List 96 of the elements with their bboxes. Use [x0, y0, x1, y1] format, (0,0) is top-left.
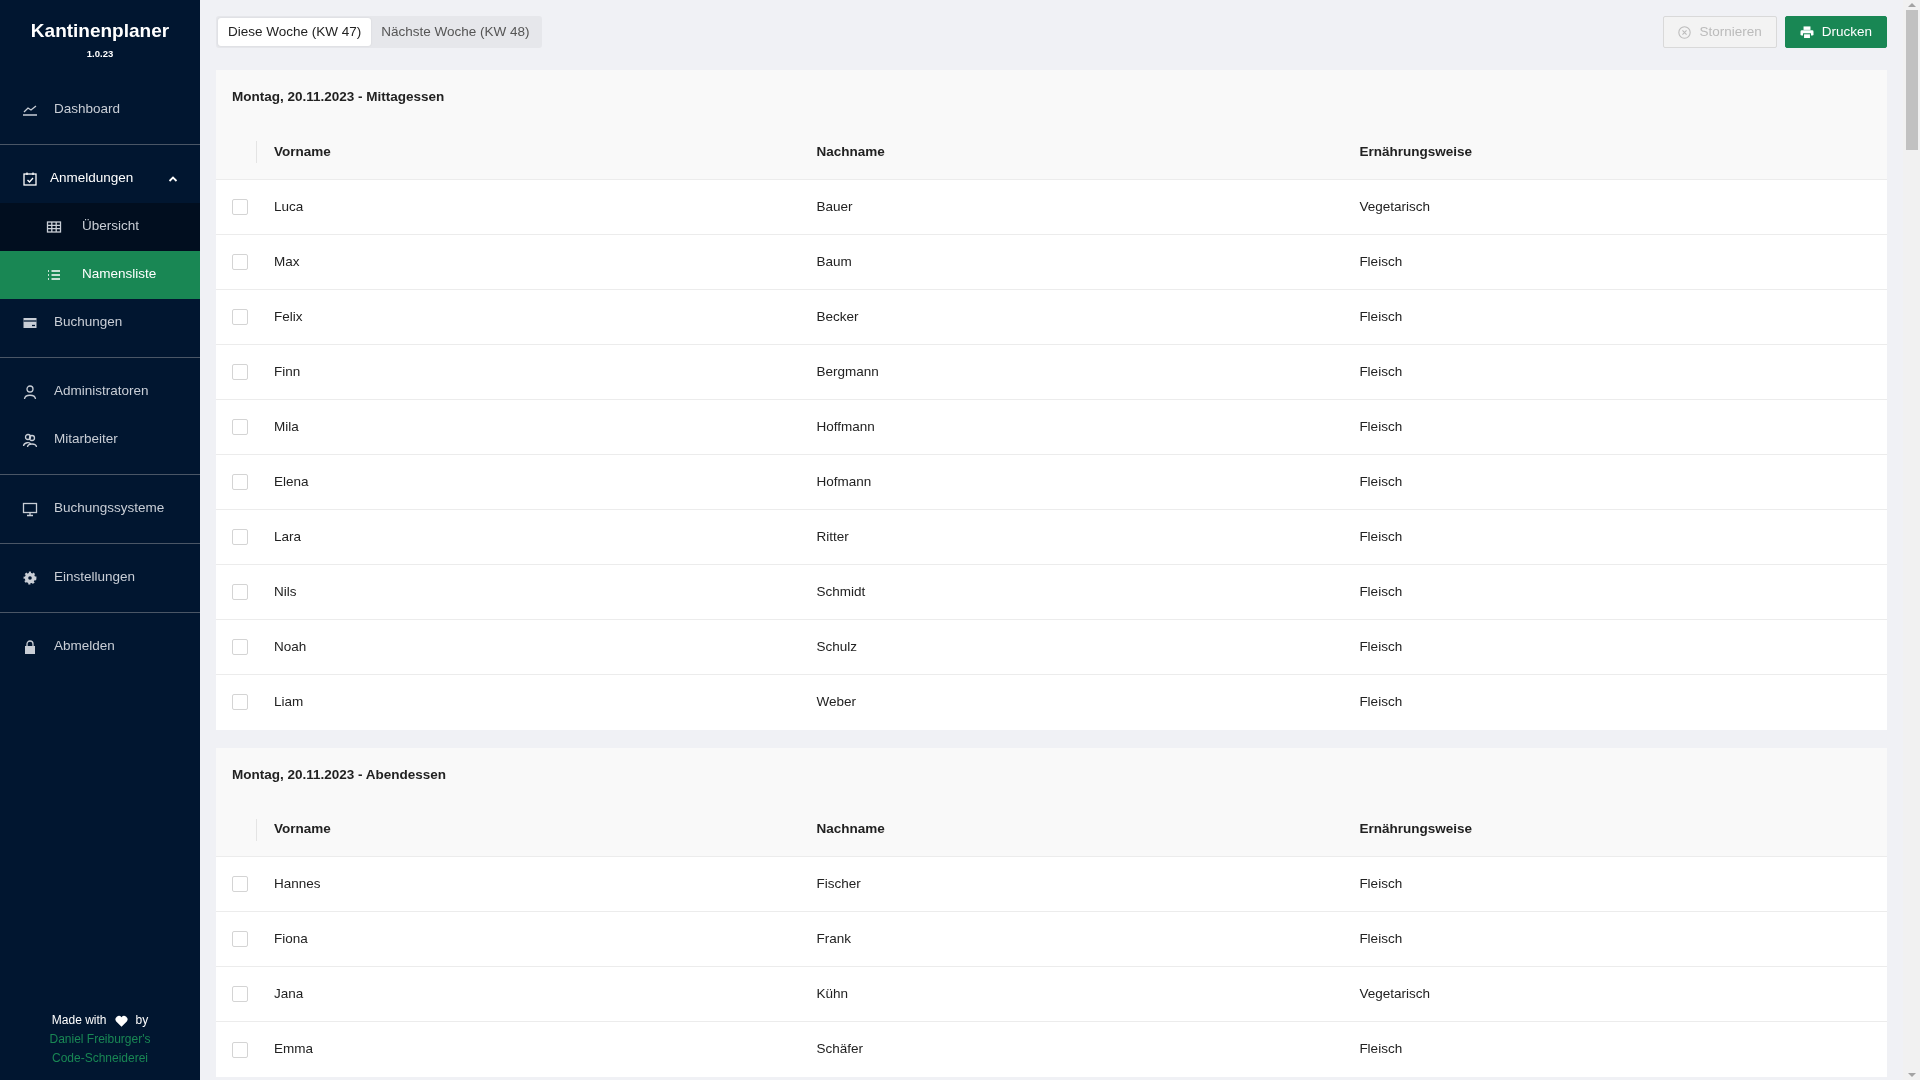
column-header: Ernährungsweise	[1343, 802, 1887, 857]
table-cell: Hoffmann	[800, 399, 1344, 455]
table-cell: Felix	[258, 289, 801, 345]
table-cell: Fischer	[800, 856, 1344, 912]
table-cell: Hannes	[258, 856, 801, 912]
sidebar-item[interactable]: Dashboard	[0, 85, 200, 134]
person-icon	[22, 383, 38, 400]
table-cell: Bergmann	[800, 344, 1344, 400]
table-cell: Fleisch	[1343, 619, 1887, 675]
table-cell: Mila	[258, 399, 801, 455]
monitor-icon	[22, 500, 38, 517]
table-cell: Fleisch	[1343, 289, 1887, 345]
column-header: Vorname	[258, 125, 801, 180]
table-cell: Schmidt	[800, 564, 1344, 620]
row-checkbox[interactable]	[232, 931, 248, 948]
row-checkbox[interactable]	[232, 876, 248, 893]
table-cell: Fleisch	[1343, 911, 1887, 967]
lock-icon	[22, 638, 38, 655]
close-circle-icon	[1678, 25, 1692, 39]
table-cell: Vegetarisch	[1343, 179, 1887, 235]
sidebar-item[interactable]: Administratoren	[0, 367, 200, 416]
column-header: Vorname	[258, 802, 801, 857]
printer-icon	[1799, 25, 1814, 39]
footer-text: Made with	[51, 1012, 107, 1029]
table-cell: Kühn	[800, 966, 1344, 1022]
section-title: Montag, 20.11.2023 - Mittagessen	[231, 88, 446, 107]
people-icon	[22, 431, 38, 448]
row-checkbox[interactable]	[232, 254, 248, 270]
app-title: Kantinenplaner	[30, 20, 170, 43]
row-checkbox[interactable]	[232, 584, 248, 600]
table-cell: Weber	[800, 674, 1344, 730]
sidebar-item[interactable]: Mitarbeiter	[0, 415, 200, 464]
table-cell: Frank	[800, 911, 1344, 967]
table-cell: Luca	[258, 179, 801, 235]
row-checkbox[interactable]	[232, 1041, 248, 1058]
table-cell: Fleisch	[1343, 454, 1887, 510]
table-cell: Ritter	[800, 509, 1344, 565]
table-cell: Schäfer	[800, 1021, 1344, 1077]
table-cell: Baum	[800, 234, 1344, 290]
table-cell: Emma	[258, 1021, 801, 1077]
column-header: Nachname	[800, 802, 1344, 857]
table-cell: Nils	[258, 564, 801, 620]
row-checkbox[interactable]	[232, 199, 248, 215]
table-cell: Fiona	[258, 911, 801, 967]
heart-icon	[114, 1014, 128, 1027]
table-cell: Hofmann	[800, 454, 1344, 510]
sidebar-subitem[interactable]: Übersicht	[0, 202, 200, 251]
table-cell: Liam	[258, 674, 801, 730]
column-header: Ernährungsweise	[1343, 125, 1887, 180]
author-link[interactable]: Code-Schneiderei	[0, 1049, 200, 1068]
table-cell: Elena	[258, 454, 801, 510]
column-header: Nachname	[800, 125, 1344, 180]
scroll-down-icon[interactable]	[1906, 1070, 1917, 1080]
sidebar-item[interactable]: Buchungssysteme	[0, 484, 200, 533]
week-tab[interactable]: Nächste Woche (KW 48)	[371, 18, 540, 47]
table-cell: Fleisch	[1343, 856, 1887, 912]
footer-text: by	[135, 1012, 149, 1029]
calendar-check-icon	[22, 170, 38, 187]
sidebar-item[interactable]: Abmelden	[0, 622, 200, 671]
row-checkbox[interactable]	[232, 694, 248, 711]
table-cell: Fleisch	[1343, 234, 1887, 290]
table-cell: Noah	[258, 619, 801, 675]
table-cell: Fleisch	[1343, 564, 1887, 620]
table-cell: Lara	[258, 509, 801, 565]
scrollbar-thumb[interactable]	[1905, 10, 1918, 150]
table-cell: Fleisch	[1343, 674, 1887, 730]
table-cell: Fleisch	[1343, 399, 1887, 455]
sidebar-item[interactable]: Anmeldungen	[0, 154, 200, 203]
gear-icon	[22, 569, 38, 586]
table-cell: Fleisch	[1343, 1021, 1887, 1077]
row-checkbox[interactable]	[232, 474, 248, 490]
table-cell: Bauer	[800, 179, 1344, 235]
table-cell: Jana	[258, 966, 801, 1022]
row-checkbox[interactable]	[232, 364, 248, 380]
table-icon	[46, 218, 62, 235]
print-button[interactable]: Drucken	[1784, 16, 1887, 49]
sidebar-item[interactable]: Buchungen	[0, 298, 200, 347]
table-cell: Max	[258, 234, 801, 290]
row-checkbox[interactable]	[232, 419, 248, 435]
table-cell: Vegetarisch	[1343, 966, 1887, 1022]
row-checkbox[interactable]	[232, 639, 248, 655]
table-cell: Finn	[258, 344, 801, 400]
table-cell: Fleisch	[1343, 344, 1887, 400]
row-checkbox[interactable]	[232, 309, 248, 325]
sidebar-subitem[interactable]: Namensliste	[0, 250, 200, 299]
author-link[interactable]: Daniel Freiburger's	[0, 1030, 200, 1049]
table-cell: Becker	[800, 289, 1344, 345]
week-tab[interactable]: Diese Woche (KW 47)	[218, 18, 372, 47]
section-title: Montag, 20.11.2023 - Abendessen	[231, 765, 448, 784]
scrollbar[interactable]	[1903, 0, 1920, 1080]
table-cell: Schulz	[800, 619, 1344, 675]
row-checkbox[interactable]	[232, 986, 248, 1003]
sidebar-item[interactable]: Einstellungen	[0, 553, 200, 602]
app-version: 1.0.23	[86, 47, 114, 62]
row-checkbox[interactable]	[232, 529, 248, 545]
table-cell: Fleisch	[1343, 509, 1887, 565]
